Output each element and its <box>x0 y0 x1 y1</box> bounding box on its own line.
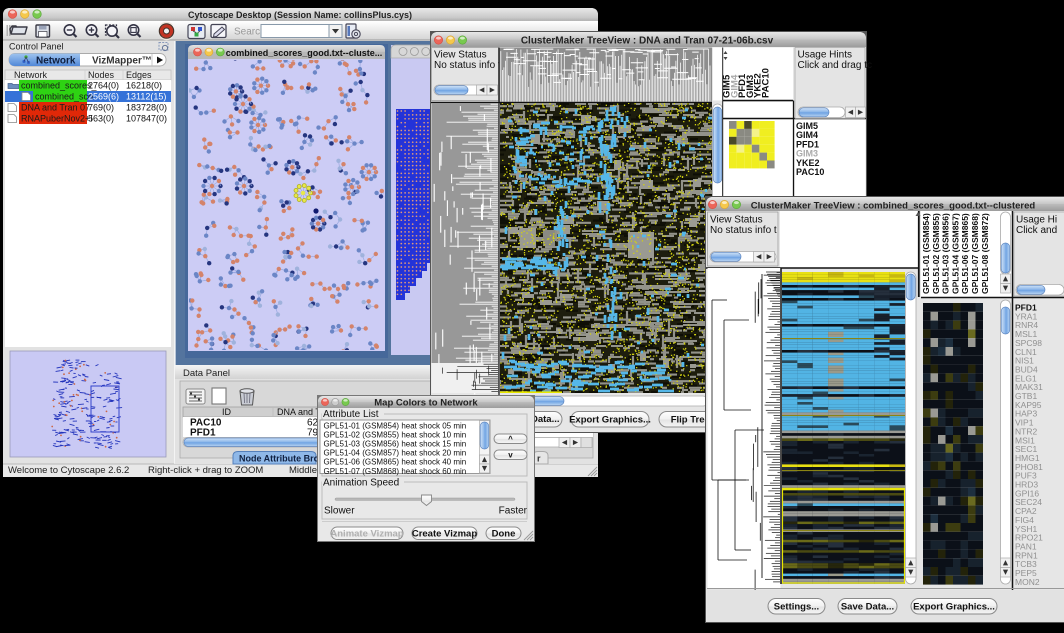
svg-text:DNA and Tran 07: DNA and Tran 07 <box>21 102 90 112</box>
svg-text:769(0): 769(0) <box>88 102 114 112</box>
svg-text:GPL51-04 (GSM857): GPL51-04 (GSM857) <box>950 213 960 294</box>
svg-text:Network: Network <box>36 56 76 67</box>
svg-text:Cytoscape Desktop (Session Nam: Cytoscape Desktop (Session Name: collins… <box>188 10 412 20</box>
svg-text:MON2: MON2 <box>1015 577 1040 587</box>
svg-text:Data Panel: Data Panel <box>183 368 230 379</box>
svg-text:Done: Done <box>492 529 516 540</box>
svg-text:Export Graphics...: Export Graphics... <box>569 415 651 426</box>
svg-text:combined_scores_: combined_scores_ <box>21 80 98 90</box>
svg-text:VizMapper™: VizMapper™ <box>92 56 152 67</box>
svg-text:RNAPuberNov2+I: RNAPuberNov2+I <box>21 113 93 123</box>
svg-text:PAC10: PAC10 <box>761 68 772 98</box>
svg-text:GPL51-01 (GSM854): GPL51-01 (GSM854) <box>921 213 931 294</box>
svg-text:GPL51-02 (GSM855) heat shock 1: GPL51-02 (GSM855) heat shock 10 min <box>324 431 467 440</box>
svg-text:Settings...: Settings... <box>774 602 819 613</box>
svg-text:13112(15): 13112(15) <box>126 91 166 101</box>
svg-text:2764(0): 2764(0) <box>88 80 119 90</box>
svg-text:Click and drag tc: Click and drag tc <box>798 60 872 71</box>
svg-text:16218(0): 16218(0) <box>126 80 162 90</box>
svg-text:Data...: Data... <box>531 414 560 425</box>
svg-text:GPL51-07 (GSM868) heat shock 6: GPL51-07 (GSM868) heat shock 60 min <box>324 467 467 476</box>
svg-text:Nodes: Nodes <box>88 70 115 80</box>
svg-text:combined_scores_good.txt--clus: combined_scores_good.txt--cluste... <box>226 48 383 58</box>
svg-text:Slower: Slower <box>324 506 355 517</box>
svg-text:Usage Hi: Usage Hi <box>1016 215 1057 226</box>
svg-text:563(0): 563(0) <box>88 113 114 123</box>
svg-text:Attribute List: Attribute List <box>323 409 379 420</box>
svg-text:Export Graphics...: Export Graphics... <box>913 602 995 613</box>
svg-text:ClusterMaker TreeView : DNA an: ClusterMaker TreeView : DNA and Tran 07-… <box>521 36 774 47</box>
svg-text:Edges: Edges <box>126 70 152 80</box>
svg-text:107847(0): 107847(0) <box>126 113 167 123</box>
svg-text:Control Panel: Control Panel <box>9 42 64 52</box>
svg-text:Animate Vizmap: Animate Vizmap <box>330 529 403 540</box>
svg-text:Save Data...: Save Data... <box>841 602 894 613</box>
svg-text:Right-click + drag to ZOOM: Right-click + drag to ZOOM <box>148 465 263 476</box>
svg-text:PAC10: PAC10 <box>796 167 824 177</box>
svg-text:Welcome to Cytoscape 2.6.2: Welcome to Cytoscape 2.6.2 <box>8 465 129 476</box>
svg-text:2569(6): 2569(6) <box>88 91 119 101</box>
svg-text:r: r <box>537 454 541 464</box>
svg-text:GPL51-06 (GSM865) heat shock 4: GPL51-06 (GSM865) heat shock 40 min <box>324 458 467 467</box>
svg-text:GPL51-08 (GSM872): GPL51-08 (GSM872) <box>980 213 990 294</box>
svg-text:Network: Network <box>14 70 48 80</box>
svg-text:combined_sco: combined_sco <box>35 91 93 101</box>
svg-text:Usage Hints: Usage Hints <box>798 50 852 61</box>
svg-text:^: ^ <box>508 435 513 444</box>
svg-text:Middle-: Middle- <box>289 465 320 476</box>
svg-text:No status info f: No status info f <box>434 60 501 71</box>
svg-text:GPL51-01 (GSM854) heat shock 0: GPL51-01 (GSM854) heat shock 05 min <box>324 422 467 431</box>
svg-text:GPL51-03 (GSM856) heat shock 1: GPL51-03 (GSM856) heat shock 15 min <box>324 440 467 449</box>
svg-text:GPL51-03 (GSM856): GPL51-03 (GSM856) <box>941 213 951 294</box>
svg-text:ID: ID <box>222 407 232 417</box>
svg-text:GPL51-06 (GSM865): GPL51-06 (GSM865) <box>960 213 970 294</box>
svg-text:GPL51-07 (GSM868): GPL51-07 (GSM868) <box>970 213 980 294</box>
svg-text:View Status: View Status <box>434 50 487 61</box>
svg-text:PFD1: PFD1 <box>190 428 216 439</box>
svg-text:Faster: Faster <box>499 506 528 517</box>
svg-text:v: v <box>508 451 513 460</box>
svg-text:Map Colors to Network: Map Colors to Network <box>374 398 478 409</box>
svg-text:GPL51-02 (GSM855): GPL51-02 (GSM855) <box>931 213 941 294</box>
svg-text:ClusterMaker TreeView : combin: ClusterMaker TreeView : combined_scores_… <box>751 201 1036 212</box>
svg-text:Click and: Click and <box>1016 225 1057 236</box>
svg-text:View Status: View Status <box>710 215 763 226</box>
svg-text:183728(0): 183728(0) <box>126 102 167 112</box>
svg-text:Create Vizmap: Create Vizmap <box>412 529 477 540</box>
svg-text:GPL51-04 (GSM857) heat shock 2: GPL51-04 (GSM857) heat shock 20 min <box>324 449 467 458</box>
svg-text:No status info t: No status info t <box>710 225 777 236</box>
svg-text:Animation Speed: Animation Speed <box>323 478 399 489</box>
